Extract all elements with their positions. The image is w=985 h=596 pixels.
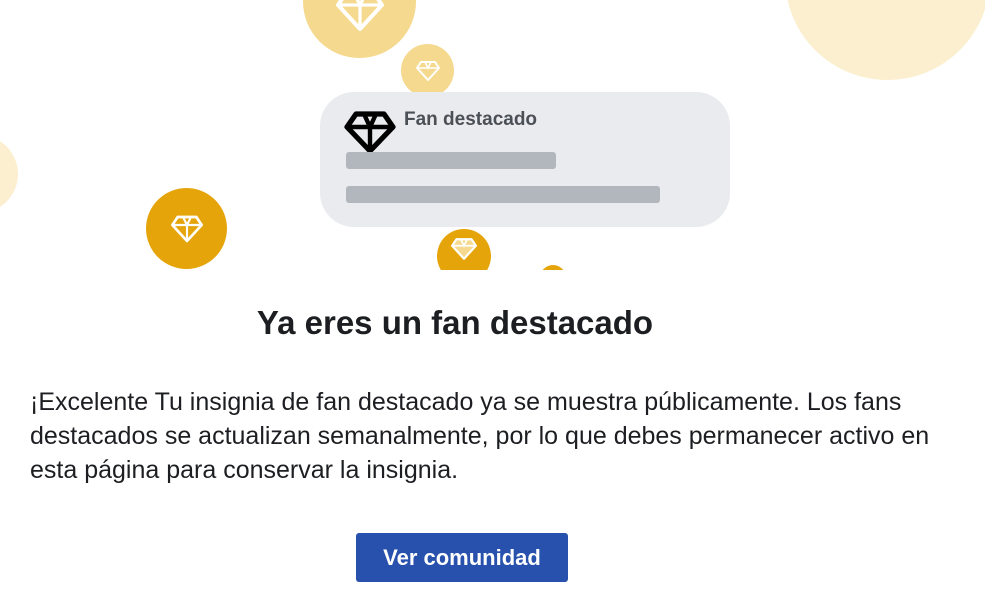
diamond-badge xyxy=(303,0,416,58)
diamond-badge xyxy=(437,229,491,270)
decorative-circle xyxy=(785,0,985,80)
top-fan-dialog: Fan destacado Ya eres un fan destacado ¡… xyxy=(0,0,985,596)
diamond-icon xyxy=(170,215,203,242)
diamond-badge xyxy=(146,188,227,269)
diamond-icon xyxy=(335,0,384,31)
diamond-icon xyxy=(415,60,440,81)
card-label: Fan destacado xyxy=(404,109,538,130)
decorative-circle xyxy=(540,265,566,270)
diamond-icon xyxy=(344,111,396,154)
dialog-title: Ya eres un fan destacado xyxy=(256,304,654,341)
top-fan-illustration: Fan destacado xyxy=(0,0,985,270)
diamond-icon xyxy=(451,238,477,260)
top-fan-card: Fan destacado xyxy=(320,92,730,227)
diamond-badge xyxy=(401,44,454,97)
skeleton-line xyxy=(346,186,660,203)
view-community-button[interactable]: Ver comunidad xyxy=(356,533,568,582)
decorative-circle xyxy=(0,135,18,213)
dialog-body: ¡Excelente Tu insignia de fan destacado … xyxy=(30,388,930,484)
skeleton-line xyxy=(346,152,556,169)
